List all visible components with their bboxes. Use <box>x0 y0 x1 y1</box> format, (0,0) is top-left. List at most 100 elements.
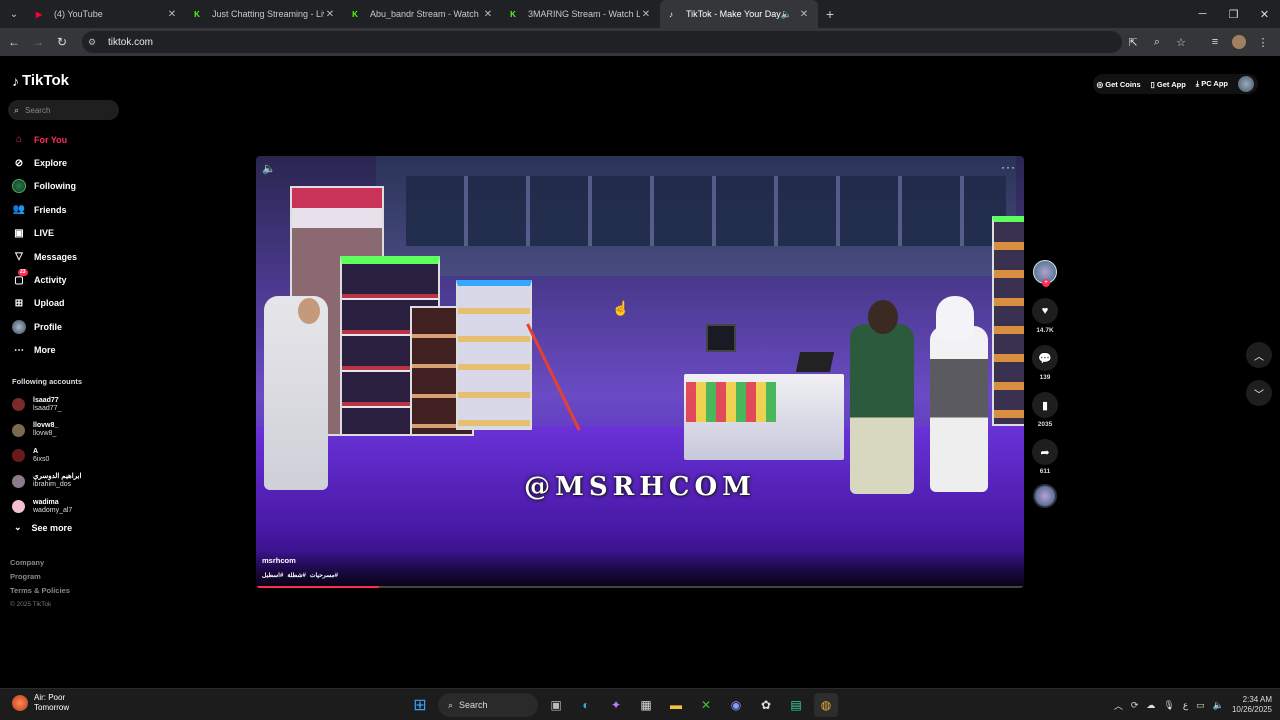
friends-icon: 👥 <box>12 204 26 216</box>
task-view-icon[interactable]: ▣ <box>544 693 568 717</box>
get-coins-button[interactable]: ◎ Get Coins <box>1097 80 1141 89</box>
sidebar-item-messages[interactable]: ▽ Messages <box>12 245 122 268</box>
sidebar-item-activity[interactable]: ▢ 23 Activity <box>12 268 122 291</box>
video-author[interactable]: msrhcom <box>262 556 1018 565</box>
copilot-icon[interactable]: ✦ <box>604 693 628 717</box>
video-scene-register <box>795 352 835 372</box>
following-account[interactable]: wadima wadomy_al7 <box>12 494 81 520</box>
user-avatar[interactable] <box>1238 76 1254 92</box>
get-app-button[interactable]: ▯ Get App <box>1151 80 1186 89</box>
close-tab-icon[interactable]: ✕ <box>166 9 178 20</box>
following-account[interactable]: ابراهيم الدوسري ibrahim_dos <box>12 469 81 495</box>
search-input[interactable]: ⌕ Search <box>8 100 119 120</box>
footer-link-company[interactable]: Company <box>10 556 70 570</box>
comment-icon[interactable]: 💬 <box>1032 345 1058 371</box>
bookmark-icon[interactable]: ▮ <box>1032 392 1058 418</box>
chatgpt-icon[interactable]: ✿ <box>754 693 778 717</box>
sidebar-item-explore[interactable]: ⊘ Explore <box>12 151 122 174</box>
cloud-icon[interactable]: ☁ <box>1146 700 1155 711</box>
close-tab-icon[interactable]: ✕ <box>482 9 494 20</box>
store-icon[interactable]: ▦ <box>634 693 658 717</box>
forward-icon[interactable]: → <box>26 30 50 54</box>
sidebar-item-upload[interactable]: ⊞ Upload <box>12 292 122 315</box>
close-tab-icon[interactable]: ✕ <box>798 9 810 20</box>
browser-tab-kick-1[interactable]: K Just Chatting Streaming - Live ✕ <box>186 0 344 28</box>
language-indicator-icon[interactable]: ع <box>1183 700 1188 711</box>
hashtag[interactable]: #مسرحيات <box>310 572 338 579</box>
weather-widget[interactable]: Air: Poor Tomorrow <box>12 693 69 713</box>
next-video-chevron-down-icon[interactable]: ﹀ <box>1246 380 1272 406</box>
creator-avatar[interactable]: + <box>1033 260 1057 287</box>
previous-video-chevron-up-icon[interactable]: ︿ <box>1246 342 1272 368</box>
chevron-down-icon: ⌄ <box>14 522 22 532</box>
chrome-icon[interactable]: ◍ <box>814 693 838 717</box>
back-icon[interactable]: ← <box>2 30 26 54</box>
tab-search-chevron-icon[interactable]: ⌄ <box>0 0 28 28</box>
xbox-icon[interactable]: ✕ <box>694 693 718 717</box>
video-more-icon[interactable]: ··· <box>1001 160 1016 174</box>
discord-icon[interactable]: ◉ <box>724 693 748 717</box>
tiktok-logo[interactable]: ♪ TikTok <box>12 72 69 89</box>
taskbar-search[interactable]: ⌕ Search <box>438 693 538 717</box>
close-tab-icon[interactable]: ✕ <box>640 9 652 20</box>
clock-date: 10/26/2025 <box>1231 705 1272 714</box>
new-tab-button[interactable]: + <box>818 6 842 22</box>
site-info-icon[interactable]: ⚙ <box>88 37 102 48</box>
video-scene-monitor <box>706 324 736 352</box>
sidebar-item-friends[interactable]: 👥 Friends <box>12 198 122 221</box>
edge-icon[interactable]: ◐ <box>574 693 598 717</box>
zoom-icon[interactable]: ⌕ <box>1146 31 1168 53</box>
following-account[interactable]: llovw8_ llovw8_ <box>12 418 81 444</box>
sidebar-item-profile[interactable]: Profile <box>12 315 122 338</box>
footer-link-terms[interactable]: Terms & Policies <box>10 584 70 598</box>
browser-tab-kick-2[interactable]: K Abu_bandr Stream - Watch Live ✕ <box>344 0 502 28</box>
video-player[interactable]: @MSRHCOM 🔈 ··· ☝ msrhcom #مسرحيات #شطلة … <box>256 156 1024 588</box>
following-account[interactable]: A 6ixs0 <box>12 443 81 469</box>
share-icon[interactable]: ➦ <box>1032 439 1058 465</box>
media-controls-icon[interactable]: ≡ <box>1204 31 1226 53</box>
bookmark-star-icon[interactable]: ☆ <box>1170 31 1192 53</box>
video-progress-bar[interactable] <box>256 586 1024 588</box>
clock[interactable]: 2:34 AM 10/26/2025 <box>1232 695 1272 715</box>
sidebar-item-live[interactable]: ▣ LIVE <box>12 222 122 245</box>
speaker-icon[interactable]: 🔈 <box>781 9 792 20</box>
hashtag[interactable]: #اسطبل <box>262 572 283 579</box>
install-app-icon[interactable]: ⇱ <box>1122 31 1144 53</box>
browser-tab-tiktok[interactable]: ♪ TikTok - Make Your Day 🔈 ✕ <box>660 0 818 28</box>
file-explorer-icon[interactable]: ▬ <box>664 693 688 717</box>
browser-tab-kick-3[interactable]: K 3MARING Stream - Watch Live ✕ <box>502 0 660 28</box>
footer-link-program[interactable]: Program <box>10 570 70 584</box>
restore-icon[interactable]: ❐ <box>1218 0 1249 28</box>
windows-start-icon[interactable]: ⊞ <box>408 693 432 717</box>
monitor-icon[interactable]: ▭ <box>1196 700 1205 711</box>
sidebar-item-following[interactable]: Following <box>12 175 122 198</box>
sidebar-item-more[interactable]: ⋯ More <box>12 339 122 362</box>
browser-tab-youtube[interactable]: ▶ (4) YouTube ✕ <box>28 0 186 28</box>
sidebar-item-label: Explore <box>34 158 68 169</box>
follow-plus-icon[interactable]: + <box>1042 279 1050 287</box>
app-icon[interactable]: ▤ <box>784 693 808 717</box>
volume-icon[interactable]: 🔈 <box>262 162 276 175</box>
following-account[interactable]: lsaad77 lsaad77_ <box>12 392 81 418</box>
minimize-icon[interactable]: ─ <box>1187 0 1218 28</box>
tray-chevron-up-icon[interactable]: ︿ <box>1114 699 1123 712</box>
kebab-menu-icon[interactable]: ⋮ <box>1252 31 1274 53</box>
close-window-icon[interactable]: ✕ <box>1249 0 1280 28</box>
reload-icon[interactable]: ↻ <box>50 30 74 54</box>
avatar <box>12 423 25 437</box>
close-tab-icon[interactable]: ✕ <box>324 9 336 20</box>
compass-icon: ⊘ <box>14 157 24 169</box>
pc-app-button[interactable]: ⤓ PC App <box>1196 79 1228 89</box>
microphone-icon[interactable]: 🎙 <box>1163 700 1174 711</box>
like-icon[interactable]: ♥ <box>1032 298 1058 324</box>
address-bar[interactable]: ⚙ tiktok.com <box>82 31 1122 53</box>
profile-avatar[interactable] <box>1228 31 1250 53</box>
sidebar-item-for-you[interactable]: ⌂ For You <box>12 128 122 151</box>
hashtag[interactable]: #شطلة <box>287 572 306 579</box>
volume-icon[interactable]: 🔈 <box>1213 700 1224 711</box>
music-disc-icon[interactable] <box>1033 484 1057 508</box>
sync-icon[interactable]: ⟳ <box>1131 700 1139 711</box>
video-scene-actor <box>264 296 328 490</box>
see-more-button[interactable]: ⌄ See more <box>14 522 72 533</box>
taskbar-apps: ⊞ ⌕ Search ▣ ◐ ✦ ▦ ▬ ✕ ◉ ✿ ▤ ◍ <box>408 692 838 718</box>
